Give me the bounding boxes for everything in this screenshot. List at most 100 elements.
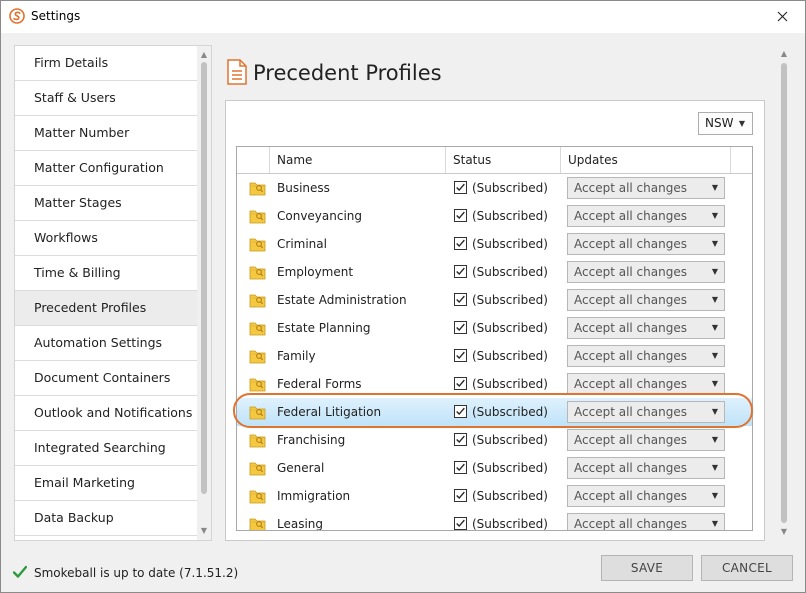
subscribed-checkbox[interactable] <box>454 265 467 278</box>
subscription-status: (Subscribed) <box>472 321 548 335</box>
profile-name: Franchising <box>277 433 346 447</box>
subscribed-checkbox[interactable] <box>454 377 467 390</box>
subscribed-checkbox[interactable] <box>454 433 467 446</box>
save-button[interactable]: SAVE <box>601 555 693 581</box>
table-header: Name Status Updates <box>237 147 752 174</box>
chevron-down-icon: ▼ <box>711 267 718 276</box>
sidebar-item-time-and-billing[interactable]: Time & Billing <box>15 256 197 291</box>
updates-dropdown[interactable]: Accept all changes ▼ <box>567 429 725 451</box>
updates-dropdown[interactable]: Accept all changes ▼ <box>567 373 725 395</box>
subscription-status: (Subscribed) <box>472 265 548 279</box>
updates-dropdown[interactable]: Accept all changes ▼ <box>567 345 725 367</box>
updates-selected-value: Accept all changes <box>574 489 687 503</box>
content-scroll-thumb[interactable] <box>781 63 787 523</box>
table-row[interactable]: Business (Subscribed) Accept all changes ▼ <box>237 174 752 202</box>
updates-dropdown[interactable]: Accept all changes ▼ <box>567 317 725 339</box>
sidebar-item-data-backup[interactable]: Data Backup <box>15 501 197 536</box>
sidebar-item-precedent-profiles[interactable]: Precedent Profiles <box>15 291 197 326</box>
updates-selected-value: Accept all changes <box>574 293 687 307</box>
table-row[interactable]: Franchising (Subscribed) Accept all change… <box>237 426 752 454</box>
folder-icon <box>249 432 266 448</box>
updates-selected-value: Accept all changes <box>574 237 687 251</box>
chevron-down-icon: ▼ <box>711 491 718 500</box>
folder-icon <box>249 292 266 308</box>
subscribed-checkbox[interactable] <box>454 181 467 194</box>
sidebar-scroll-thumb[interactable] <box>201 62 207 494</box>
scroll-down-icon[interactable]: ▼ <box>777 525 791 539</box>
table-row[interactable]: Estate Administration (Subscribed) Accept … <box>237 286 752 314</box>
updates-dropdown[interactable]: Accept all changes ▼ <box>567 457 725 479</box>
region-dropdown[interactable]: NSW ▼ <box>698 112 753 135</box>
table-row[interactable]: Conveyancing (Subscribed) Accept all chang… <box>237 202 752 230</box>
scroll-up-icon[interactable]: ▲ <box>777 47 791 61</box>
updates-dropdown[interactable]: Accept all changes ▼ <box>567 233 725 255</box>
column-header-name[interactable]: Name <box>269 147 445 173</box>
updates-selected-value: Accept all changes <box>574 321 687 335</box>
folder-icon <box>249 264 266 280</box>
updates-dropdown[interactable]: Accept all changes ▼ <box>567 177 725 199</box>
subscribed-checkbox[interactable] <box>454 237 467 250</box>
folder-icon <box>249 320 266 336</box>
subscribed-checkbox[interactable] <box>454 293 467 306</box>
subscribed-checkbox[interactable] <box>454 517 467 530</box>
content-scrollbar[interactable]: ▲ ▼ <box>777 45 791 541</box>
updates-dropdown[interactable]: Accept all changes ▼ <box>567 485 725 507</box>
updates-selected-value: Accept all changes <box>574 181 687 195</box>
close-button[interactable] <box>759 1 805 32</box>
table-row[interactable]: General (Subscribed) Accept all changes ▼ <box>237 454 752 482</box>
subscribed-checkbox[interactable] <box>454 405 467 418</box>
folder-icon <box>249 376 266 392</box>
sidebar-item-automation-settings[interactable]: Automation Settings <box>15 326 197 361</box>
subscribed-checkbox[interactable] <box>454 321 467 334</box>
folder-icon <box>249 180 266 196</box>
sidebar-item-matter-number[interactable]: Matter Number <box>15 116 197 151</box>
sidebar-item-integrated-searching[interactable]: Integrated Searching <box>15 431 197 466</box>
column-header-spacer <box>730 147 752 173</box>
cancel-button[interactable]: CANCEL <box>701 555 793 581</box>
profile-name: Federal Forms <box>277 377 362 391</box>
folder-icon <box>249 236 266 252</box>
table-row[interactable]: Criminal (Subscribed) Accept all changes ▼ <box>237 230 752 258</box>
scroll-up-icon[interactable]: ▲ <box>197 48 211 62</box>
table-row[interactable]: Estate Planning (Subscribed) Accept all ch… <box>237 314 752 342</box>
column-header-status[interactable]: Status <box>445 147 560 173</box>
profile-name: Conveyancing <box>277 209 363 223</box>
subscription-status: (Subscribed) <box>472 293 548 307</box>
subscription-status: (Subscribed) <box>472 237 548 251</box>
subscribed-checkbox[interactable] <box>454 461 467 474</box>
folder-icon <box>249 208 266 224</box>
folder-icon <box>249 488 266 504</box>
sidebar-scrollbar[interactable]: ▲ ▼ <box>197 46 211 540</box>
table-row[interactable]: Family (Subscribed) Accept all changes ▼ <box>237 342 752 370</box>
table-row[interactable]: Leasing (Subscribed) Accept all changes ▼ <box>237 510 752 530</box>
table-row[interactable]: Employment (Subscribed) Accept all changes… <box>237 258 752 286</box>
folder-icon <box>249 348 266 364</box>
updates-dropdown[interactable]: Accept all changes ▼ <box>567 205 725 227</box>
sidebar-item-staff-and-users[interactable]: Staff & Users <box>15 81 197 116</box>
scroll-down-icon[interactable]: ▼ <box>197 524 211 538</box>
updates-dropdown[interactable]: Accept all changes ▼ <box>567 401 725 423</box>
table-row[interactable]: Immigration (Subscribed) Accept all change… <box>237 482 752 510</box>
table-row[interactable]: Federal Litigation (Subscribed) Accept all… <box>237 398 752 426</box>
profile-name: Immigration <box>277 489 351 503</box>
sidebar-item-matter-stages[interactable]: Matter Stages <box>15 186 197 221</box>
updates-dropdown[interactable]: Accept all changes ▼ <box>567 261 725 283</box>
table-row[interactable]: Federal Forms (Subscribed) Accept all chan… <box>237 370 752 398</box>
sidebar-item-email-marketing[interactable]: Email Marketing <box>15 466 197 501</box>
sidebar-item-document-containers[interactable]: Document Containers <box>15 361 197 396</box>
document-icon <box>227 59 247 85</box>
subscribed-checkbox[interactable] <box>454 209 467 222</box>
sidebar-item-firm-details[interactable]: Firm Details <box>15 46 197 81</box>
column-header-updates[interactable]: Updates <box>560 147 730 173</box>
profile-name: Estate Planning <box>277 321 371 335</box>
title-bar: Settings <box>1 1 805 33</box>
sidebar-item-outlook-and-notifications[interactable]: Outlook and Notifications <box>15 396 197 431</box>
updates-dropdown[interactable]: Accept all changes ▼ <box>567 289 725 311</box>
sidebar-item-workflows[interactable]: Workflows <box>15 221 197 256</box>
subscribed-checkbox[interactable] <box>454 489 467 502</box>
subscription-status: (Subscribed) <box>472 405 548 419</box>
updates-dropdown[interactable]: Accept all changes ▼ <box>567 513 725 530</box>
subscribed-checkbox[interactable] <box>454 349 467 362</box>
sidebar-item-matter-configuration[interactable]: Matter Configuration <box>15 151 197 186</box>
subscription-status: (Subscribed) <box>472 433 548 447</box>
